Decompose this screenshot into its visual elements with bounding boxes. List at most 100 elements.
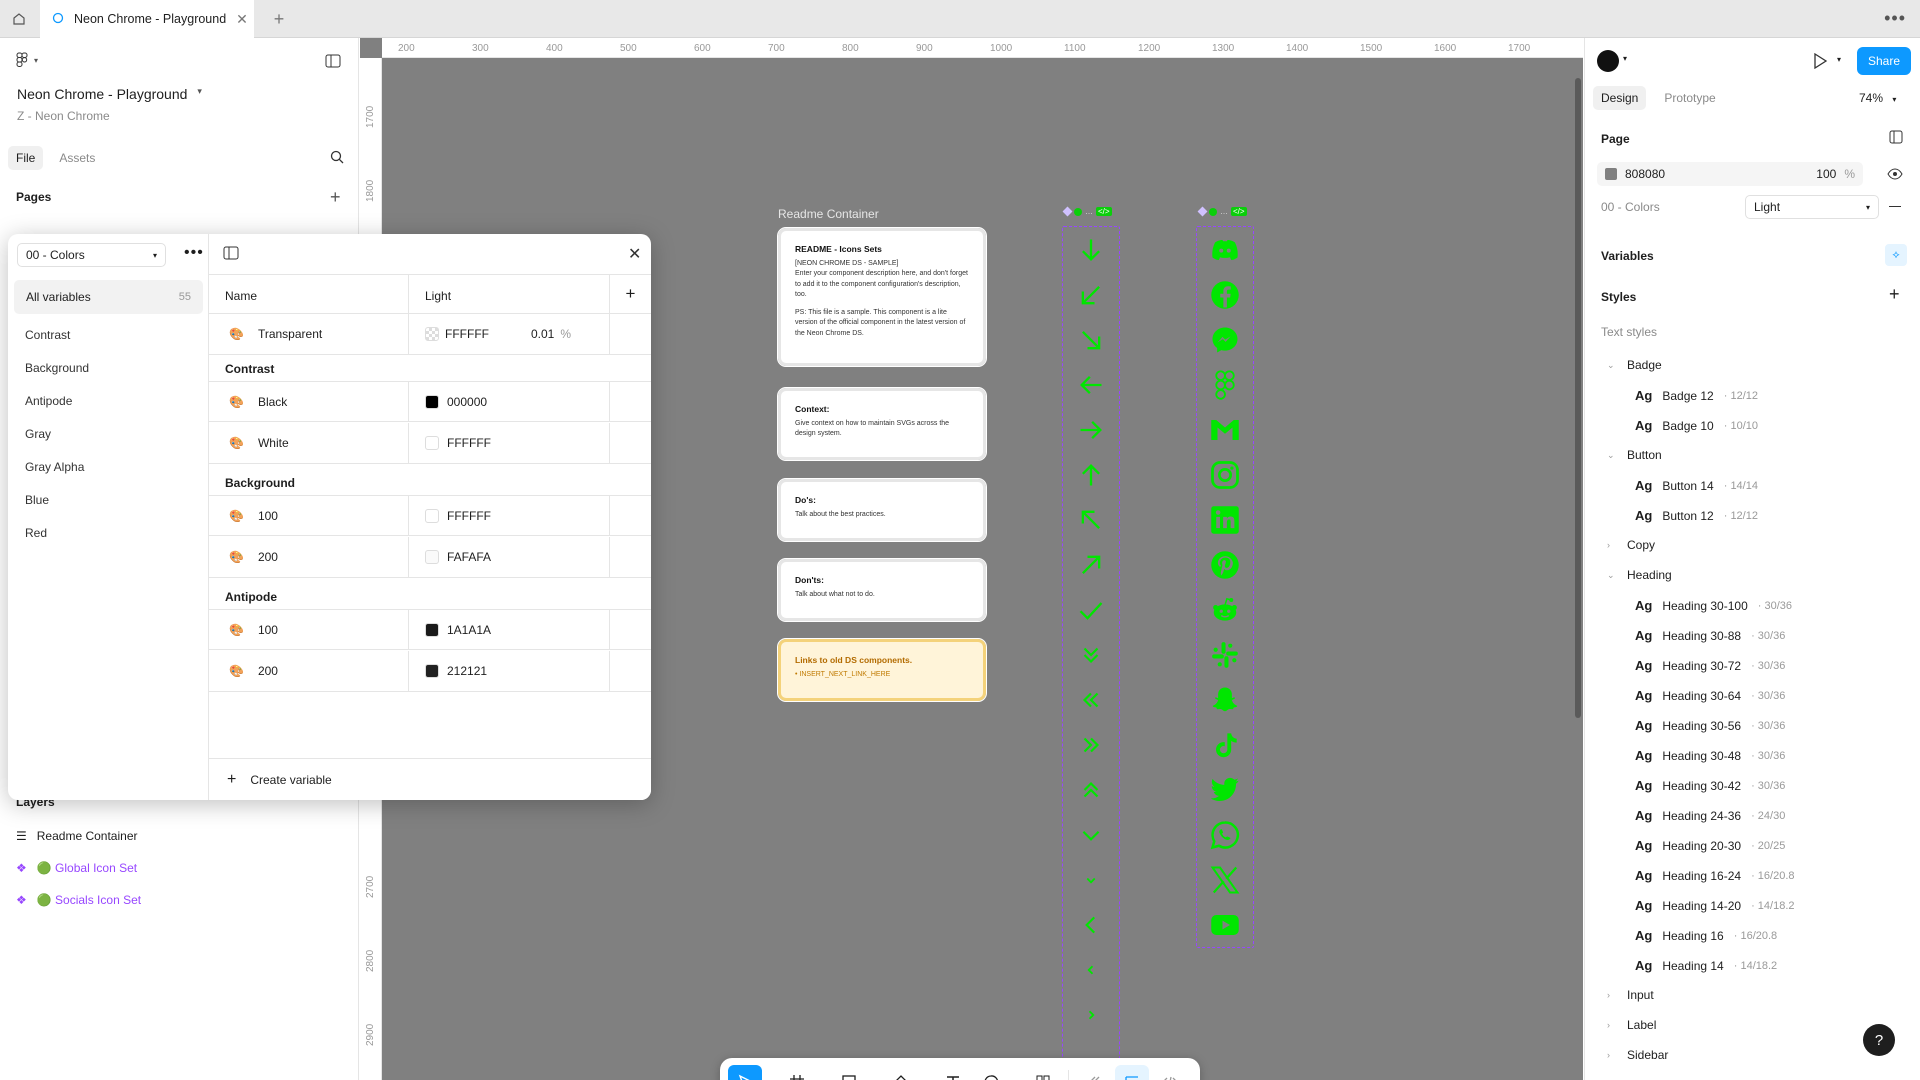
group-gray[interactable]: Gray: [25, 427, 51, 441]
text-style-item[interactable]: Ag Heading 30-88 · 30/36: [1635, 628, 1785, 643]
home-icon[interactable]: [6, 6, 32, 32]
gmail-icon[interactable]: [1197, 407, 1253, 452]
open-variables-icon[interactable]: ⟡: [1885, 244, 1907, 266]
collection-select[interactable]: 00 - Colors ▾: [17, 243, 166, 267]
text-style-item[interactable]: Ag Heading 30-72 · 30/36: [1635, 658, 1785, 673]
readme-card[interactable]: README - Icons Sets [NEON CHROME DS - SA…: [777, 227, 987, 367]
chevrons-left-icon[interactable]: [1063, 677, 1119, 722]
arrow-left-icon[interactable]: [1063, 362, 1119, 407]
text-tool-button[interactable]: [936, 1065, 970, 1080]
present-play-icon[interactable]: [1813, 52, 1828, 72]
variable-row-antipode-100[interactable]: 🎨 100 1A1A1A: [209, 609, 651, 650]
whatsapp-icon[interactable]: [1197, 812, 1253, 857]
text-style-item[interactable]: Ag Heading 30-100 · 30/36: [1635, 598, 1792, 613]
layer-socials-icon-set[interactable]: ❖ 🟢 Socials Icon Set: [16, 893, 141, 907]
style-group-button[interactable]: ⌄ Button: [1607, 448, 1662, 462]
group-red[interactable]: Red: [25, 526, 47, 540]
arrow-down-icon[interactable]: [1063, 227, 1119, 272]
text-style-item[interactable]: Ag Button 14 · 14/14: [1635, 478, 1758, 493]
toggle-sidebar-icon[interactable]: [325, 54, 341, 71]
layer-global-icon-set[interactable]: ❖ 🟢 Global Icon Set: [16, 861, 137, 875]
chevron-left-icon[interactable]: [1063, 902, 1119, 947]
color-swatch[interactable]: [425, 622, 439, 637]
frame-label[interactable]: Readme Container: [778, 207, 879, 221]
group-blue[interactable]: Blue: [25, 493, 49, 507]
twitter-icon[interactable]: [1197, 767, 1253, 812]
youtube-icon[interactable]: [1197, 902, 1253, 947]
variable-row-antipode-200[interactable]: 🎨 200 212121: [209, 651, 651, 692]
text-style-item[interactable]: Ag Heading 30-56 · 30/36: [1635, 718, 1785, 733]
canvas-scrollbar[interactable]: [1575, 78, 1581, 718]
socials-icon-set[interactable]: [1196, 226, 1254, 948]
more-options-icon[interactable]: •••: [184, 244, 204, 262]
chevrons-right-icon[interactable]: [1063, 722, 1119, 767]
dev-mode-button[interactable]: [1153, 1065, 1187, 1080]
eye-icon[interactable]: [1887, 168, 1903, 183]
tab-design[interactable]: Design: [1593, 86, 1647, 110]
actions-tool-button[interactable]: [1026, 1065, 1060, 1080]
text-style-item[interactable]: Ag Heading 30-48 · 30/36: [1635, 748, 1785, 763]
dos-card[interactable]: Do's: Talk about the best practices.: [777, 478, 987, 542]
search-icon[interactable]: [330, 150, 344, 167]
arrow-down-right-icon[interactable]: [1063, 317, 1119, 362]
facebook-icon[interactable]: [1197, 272, 1253, 317]
page-opacity-value[interactable]: 100: [1816, 167, 1836, 181]
linkedin-icon[interactable]: [1197, 497, 1253, 542]
file-title[interactable]: Neon Chrome - Playground ▾: [17, 86, 202, 102]
arrow-up-icon[interactable]: [1063, 452, 1119, 497]
new-tab-button[interactable]: +: [268, 8, 290, 30]
text-style-item[interactable]: Ag Heading 16 · 16/20.8: [1635, 928, 1777, 943]
text-style-item[interactable]: Ag Heading 30-42 · 30/36: [1635, 778, 1785, 793]
x-icon[interactable]: [1197, 857, 1253, 902]
remove-mode-icon[interactable]: [1889, 206, 1901, 207]
text-style-item[interactable]: Ag Button 12 · 12/12: [1635, 508, 1758, 523]
layer-readme-container[interactable]: ☰ Readme Container: [16, 829, 138, 843]
draw-mode-button[interactable]: [1077, 1065, 1111, 1080]
user-avatar[interactable]: [1597, 50, 1619, 72]
project-name[interactable]: Z - Neon Chrome: [17, 109, 110, 123]
style-group-copy[interactable]: › Copy: [1607, 538, 1655, 552]
chevrons-up-icon[interactable]: [1063, 767, 1119, 812]
variable-value[interactable]: FFFFFF: [447, 509, 491, 523]
group-contrast[interactable]: Contrast: [25, 328, 70, 342]
donts-card[interactable]: Don'ts: Talk about what not to do.: [777, 558, 987, 622]
tab-file[interactable]: File: [8, 146, 44, 170]
add-page-button[interactable]: +: [330, 187, 341, 208]
chevron-right-small-icon[interactable]: [1063, 992, 1119, 1037]
column-mode-header[interactable]: Light: [409, 275, 610, 313]
text-style-item[interactable]: Ag Heading 14-20 · 14/18.2: [1635, 898, 1795, 913]
variable-value[interactable]: 000000: [447, 395, 487, 409]
page-background-field[interactable]: 808080 100 %: [1597, 162, 1863, 186]
comment-tool-button[interactable]: [974, 1065, 1008, 1080]
figma-icon[interactable]: [1197, 362, 1253, 407]
color-swatch[interactable]: [425, 550, 439, 564]
toggle-sidebar-icon[interactable]: [223, 246, 239, 263]
group-antipode[interactable]: Antipode: [25, 394, 72, 408]
chevrons-down-icon[interactable]: [1063, 632, 1119, 677]
messenger-icon[interactable]: [1197, 317, 1253, 362]
library-icon[interactable]: [1889, 130, 1903, 147]
zoom-level[interactable]: 74% ▾: [1859, 91, 1896, 105]
style-group-heading[interactable]: ⌄ Heading: [1607, 568, 1672, 582]
all-variables-item[interactable]: All variables 55: [14, 280, 203, 314]
variable-value[interactable]: FFFFFF: [447, 436, 491, 450]
style-group-input[interactable]: › Input: [1607, 988, 1654, 1002]
chevron-down-icon[interactable]: ▾: [1623, 54, 1627, 63]
frame-tool-button[interactable]: [780, 1065, 814, 1080]
component-header-global[interactable]: … </>: [1062, 206, 1112, 217]
share-button[interactable]: Share: [1857, 47, 1911, 75]
global-icon-set[interactable]: [1062, 226, 1120, 1080]
create-variable-button[interactable]: + Create variable: [209, 758, 651, 800]
style-group-badge[interactable]: ⌄ Badge: [1607, 358, 1662, 372]
tab-prototype[interactable]: Prototype: [1656, 86, 1723, 110]
text-style-item[interactable]: Ag Heading 30-64 · 30/36: [1635, 688, 1785, 703]
context-card[interactable]: Context: Give context on how to maintain…: [777, 387, 987, 461]
group-background[interactable]: Background: [25, 361, 89, 375]
more-options-icon[interactable]: •••: [1884, 8, 1906, 29]
variable-row-transparent[interactable]: 🎨 Transparent FFFFFF 0.01%: [209, 314, 651, 355]
add-style-button[interactable]: +: [1889, 284, 1900, 305]
snapchat-icon[interactable]: [1197, 677, 1253, 722]
text-style-item[interactable]: Ag Heading 14 · 14/18.2: [1635, 958, 1777, 973]
close-icon[interactable]: ✕: [628, 244, 641, 264]
text-style-item[interactable]: Ag Badge 10 · 10/10: [1635, 418, 1758, 433]
